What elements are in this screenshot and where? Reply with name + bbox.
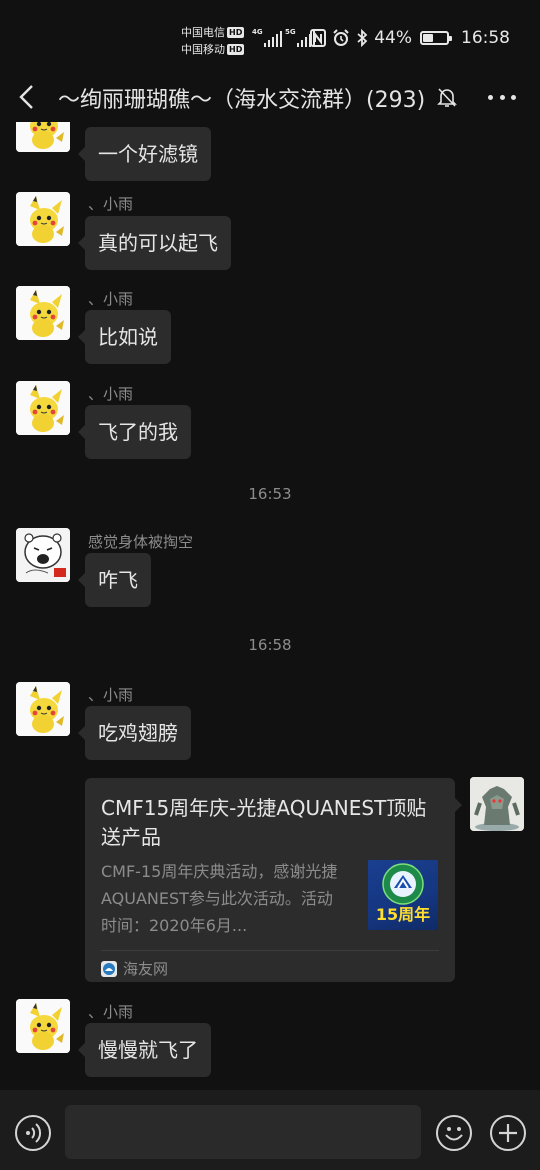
battery-icon [420,31,452,45]
message-input[interactable] [65,1105,421,1159]
network-4g: 4G [252,28,263,36]
sender-name: 感觉身体被掏空 [88,533,194,551]
pikachu-icon [16,286,70,340]
sender-name: 、小雨 [88,686,134,704]
message-bubble[interactable]: 一个好滤镜 [78,127,211,181]
pikachu-icon [16,999,70,1053]
thumbnail-label: 15周年 [375,905,431,924]
pikachu-avatar[interactable] [16,192,70,246]
timestamp: 16:58 [248,636,292,654]
link-card[interactable]: CMF15周年庆-光捷AQUANEST顶贴送产品 CMF-15周年庆典活动，感谢… [85,778,462,982]
voice-button[interactable] [15,1115,51,1151]
pikachu-avatar[interactable] [16,122,70,152]
alarm-icon [333,29,349,46]
pikachu-avatar[interactable] [16,682,70,736]
input-bar [0,1090,540,1170]
meme-face-avatar[interactable] [16,528,70,582]
hd-badge: HD [227,27,245,38]
message-bubble[interactable]: 咋飞 [78,553,151,607]
robot-figure-avatar[interactable] [470,777,524,831]
plus-icon [499,1124,517,1142]
more-icon[interactable] [488,88,516,106]
clock-time: 16:58 [461,28,510,48]
chat-header: ～绚丽珊瑚礁～（海水交流群）(293) [0,72,540,122]
sender-name: 、小雨 [88,290,134,308]
carrier-1: 中国电信 [181,26,225,39]
pikachu-icon [16,381,70,435]
message-bubble[interactable]: 真的可以起飞 [78,216,231,270]
message-list[interactable]: 一个好滤镜 、小雨 真的可以起飞 、小雨 比如说 、小雨 飞了的我 16:53 … [0,122,540,1090]
card-divider [101,950,439,951]
network-5g: 5G [285,28,296,36]
pikachu-avatar[interactable] [16,381,70,435]
sender-name: 、小雨 [88,195,134,213]
carrier-info: 中国电信 HD 中国移动 HD [181,24,245,58]
status-right: 44% 16:58 [310,28,510,48]
emoji-button[interactable] [436,1115,472,1151]
battery-percent: 44% [374,28,412,48]
mute-bell-icon [437,88,457,107]
voice-icon [26,1123,42,1143]
emoji-icon [445,1127,463,1141]
hd-badge: HD [227,44,245,55]
link-card-source: 海友网 [101,958,168,979]
link-card-title: CMF15周年庆-光捷AQUANEST顶贴送产品 [101,796,427,849]
bluetooth-icon [357,29,368,47]
source-name: 海友网 [123,960,169,978]
message-bubble[interactable]: 飞了的我 [78,405,191,459]
link-card-thumbnail: 15周年 [368,860,438,930]
plus-button[interactable] [490,1115,526,1151]
pikachu-avatar[interactable] [16,286,70,340]
status-bar: 中国电信 HD 中国移动 HD 4G 5G 44% 16:58 [0,0,540,72]
sender-name: 、小雨 [88,1003,134,1021]
nfc-icon [310,29,327,47]
message-bubble[interactable]: 吃鸡翅膀 [78,706,191,760]
pikachu-icon [16,192,70,246]
sender-name: 、小雨 [88,385,134,403]
pikachu-icon [16,122,70,152]
battery-fill [423,34,434,42]
pikachu-avatar[interactable] [16,999,70,1053]
chat-title[interactable]: ～绚丽珊瑚礁～（海水交流群）(293) [58,82,425,114]
website-logo-icon [101,960,117,977]
carrier-2: 中国移动 [181,43,225,56]
meme-face-icon [16,528,70,582]
pikachu-icon [16,682,70,736]
link-card-description: CMF-15周年庆典活动，感谢光捷AQUANEST参与此次活动。活动时间：202… [101,862,338,935]
message-bubble[interactable]: 比如说 [78,310,171,364]
message-bubble[interactable]: 慢慢就飞了 [78,1023,211,1077]
back-icon[interactable] [16,84,38,110]
robot-figure-icon [470,777,524,831]
timestamp: 16:53 [248,485,292,503]
signal-4g-icon: 4G [252,28,282,47]
